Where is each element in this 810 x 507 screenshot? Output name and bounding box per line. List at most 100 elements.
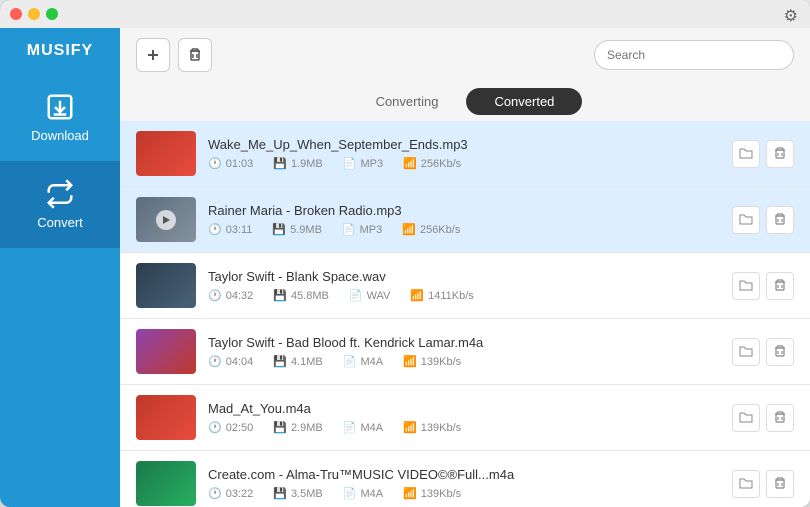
file-size: 💾 1.9MB [273, 157, 323, 170]
file-folder-button[interactable] [732, 470, 760, 498]
trash-icon [187, 47, 203, 63]
file-bitrate: 📶 139Kb/s [403, 421, 461, 434]
format-icon: 📄 [343, 355, 357, 368]
folder-icon [739, 411, 753, 425]
folder-icon [739, 279, 753, 293]
toolbar [120, 28, 810, 82]
file-list: Wake_Me_Up_When_September_Ends.mp3 🕐 01:… [120, 121, 810, 507]
search-input[interactable] [594, 40, 794, 70]
file-name: Taylor Swift - Blank Space.wav [208, 269, 720, 284]
file-actions [732, 338, 794, 366]
add-icon [145, 47, 161, 63]
delete-icon [773, 345, 787, 359]
size-icon: 💾 [273, 157, 287, 170]
close-button[interactable] [10, 8, 22, 20]
file-actions [732, 206, 794, 234]
delete-icon [773, 279, 787, 293]
file-item: Create.com - Alma-Tru™MUSIC VIDEO©®Full.… [120, 451, 810, 507]
file-actions [732, 470, 794, 498]
file-duration: 🕐 04:04 [208, 355, 253, 368]
file-folder-button[interactable] [732, 140, 760, 168]
file-actions [732, 140, 794, 168]
file-format: 📄 MP3 [343, 157, 383, 170]
file-folder-button[interactable] [732, 272, 760, 300]
sidebar-item-download-label: Download [31, 128, 89, 143]
settings-button[interactable]: ⚙ [784, 6, 798, 26]
file-meta: 🕐 04:32 💾 45.8MB 📄 WAV 📶 1411Kb/s [208, 289, 720, 302]
file-format: 📄 M4A [343, 487, 383, 500]
add-button[interactable] [136, 38, 170, 72]
file-info: Create.com - Alma-Tru™MUSIC VIDEO©®Full.… [208, 467, 720, 500]
file-thumbnail [136, 395, 196, 440]
file-info: Mad_At_You.m4a 🕐 02:50 💾 2.9MB 📄 M4A [208, 401, 720, 434]
file-bitrate: 📶 256Kb/s [402, 223, 460, 236]
format-icon: 📄 [343, 157, 357, 170]
sidebar: MUSIFY Download Convert [0, 0, 120, 507]
bitrate-icon: 📶 [410, 289, 424, 302]
clock-icon: 🕐 [208, 487, 222, 500]
file-name: Create.com - Alma-Tru™MUSIC VIDEO©®Full.… [208, 467, 720, 482]
file-size: 💾 45.8MB [273, 289, 329, 302]
size-icon: 💾 [273, 421, 287, 434]
download-icon [45, 92, 75, 122]
file-delete-button[interactable] [766, 272, 794, 300]
main-content: Converting Converted Wake_Me_Up_When_Sep… [120, 0, 810, 507]
file-bitrate: 📶 139Kb/s [403, 487, 461, 500]
file-name: Taylor Swift - Bad Blood ft. Kendrick La… [208, 335, 720, 350]
file-duration: 🕐 03:22 [208, 487, 253, 500]
file-item: Wake_Me_Up_When_September_Ends.mp3 🕐 01:… [120, 121, 810, 187]
file-duration: 🕐 03:11 [208, 223, 252, 236]
file-format: 📄 M4A [343, 421, 383, 434]
tabs: Converting Converted [120, 82, 810, 121]
file-format: 📄 MP3 [342, 223, 382, 236]
file-bitrate: 📶 256Kb/s [403, 157, 461, 170]
file-item: Rainer Maria - Broken Radio.mp3 🕐 03:11 … [120, 187, 810, 253]
tab-converting[interactable]: Converting [348, 88, 467, 115]
size-icon: 💾 [272, 223, 286, 236]
bitrate-icon: 📶 [403, 487, 417, 500]
file-folder-button[interactable] [732, 338, 760, 366]
file-name: Wake_Me_Up_When_September_Ends.mp3 [208, 137, 720, 152]
sidebar-item-download[interactable]: Download [0, 74, 120, 161]
bitrate-icon: 📶 [402, 223, 416, 236]
delete-icon [773, 411, 787, 425]
maximize-button[interactable] [46, 8, 58, 20]
file-name: Rainer Maria - Broken Radio.mp3 [208, 203, 720, 218]
file-delete-button[interactable] [766, 470, 794, 498]
size-icon: 💾 [273, 355, 287, 368]
file-thumbnail [136, 131, 196, 176]
file-duration: 🕐 02:50 [208, 421, 253, 434]
file-thumbnail [136, 329, 196, 374]
file-folder-button[interactable] [732, 404, 760, 432]
delete-button[interactable] [178, 38, 212, 72]
folder-icon [739, 147, 753, 161]
file-delete-button[interactable] [766, 404, 794, 432]
file-info: Wake_Me_Up_When_September_Ends.mp3 🕐 01:… [208, 137, 720, 170]
file-duration: 🕐 04:32 [208, 289, 253, 302]
clock-icon: 🕐 [208, 355, 222, 368]
bitrate-icon: 📶 [403, 421, 417, 434]
play-overlay [156, 210, 176, 230]
file-folder-button[interactable] [732, 206, 760, 234]
file-actions [732, 404, 794, 432]
file-size: 💾 2.9MB [273, 421, 323, 434]
size-icon: 💾 [273, 487, 287, 500]
file-info: Rainer Maria - Broken Radio.mp3 🕐 03:11 … [208, 203, 720, 236]
tab-converted[interactable]: Converted [466, 88, 582, 115]
file-delete-button[interactable] [766, 338, 794, 366]
delete-icon [773, 213, 787, 227]
file-size: 💾 3.5MB [273, 487, 323, 500]
file-thumbnail [136, 461, 196, 506]
delete-icon [773, 147, 787, 161]
file-bitrate: 📶 139Kb/s [403, 355, 461, 368]
file-meta: 🕐 01:03 💾 1.9MB 📄 MP3 📶 256Kb/s [208, 157, 720, 170]
file-item: Taylor Swift - Bad Blood ft. Kendrick La… [120, 319, 810, 385]
clock-icon: 🕐 [208, 289, 222, 302]
file-item: Mad_At_You.m4a 🕐 02:50 💾 2.9MB 📄 M4A [120, 385, 810, 451]
sidebar-item-convert[interactable]: Convert [0, 161, 120, 248]
file-meta: 🕐 04:04 💾 4.1MB 📄 M4A 📶 139Kb/s [208, 355, 720, 368]
bitrate-icon: 📶 [403, 157, 417, 170]
file-delete-button[interactable] [766, 140, 794, 168]
minimize-button[interactable] [28, 8, 40, 20]
file-delete-button[interactable] [766, 206, 794, 234]
